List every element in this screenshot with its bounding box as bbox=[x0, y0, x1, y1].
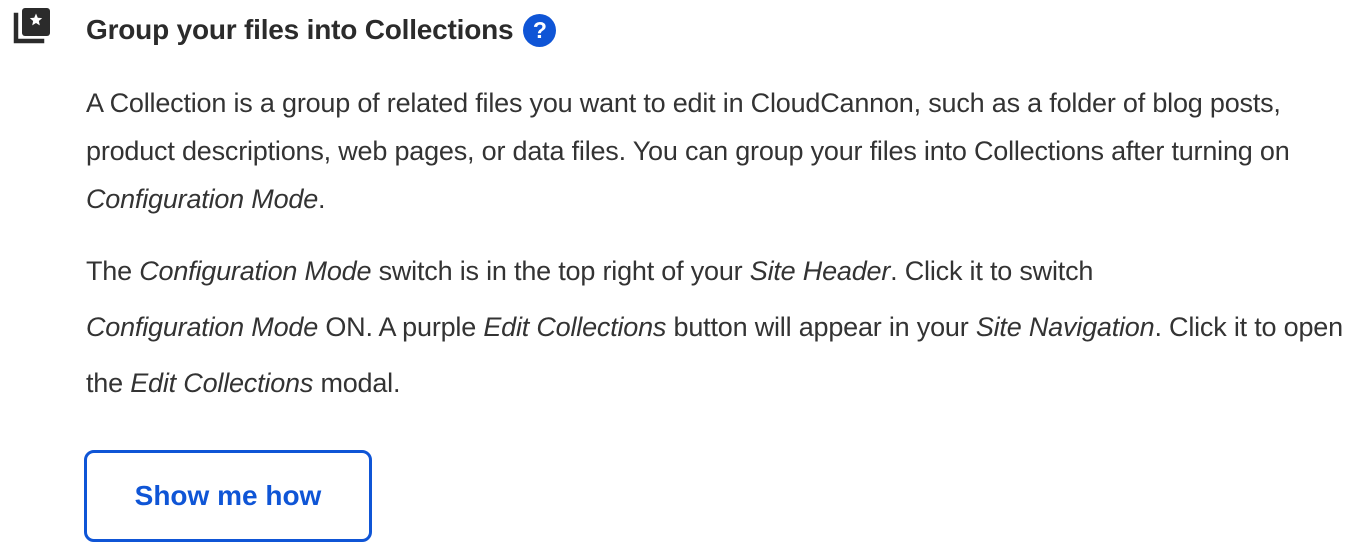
emphasis-configuration-mode: Configuration Mode bbox=[86, 312, 319, 342]
section-header: Group your files into Collections ? bbox=[86, 10, 557, 50]
emphasis-site-navigation: Site Navigation bbox=[975, 312, 1155, 342]
emphasis-site-header: Site Header bbox=[749, 256, 891, 286]
section-title: Group your files into Collections bbox=[86, 14, 514, 45]
show-me-how-button[interactable]: Show me how bbox=[84, 450, 372, 542]
text-segment: ON. A purple bbox=[318, 312, 484, 342]
section-description: A Collection is a group of related files… bbox=[86, 79, 1348, 411]
emphasis-edit-collections: Edit Collections bbox=[483, 312, 667, 342]
text-segment: A Collection is a group of related files… bbox=[86, 88, 1290, 166]
emphasis-configuration-mode: Configuration Mode bbox=[139, 256, 372, 286]
text-segment: . bbox=[318, 184, 326, 214]
collections-star-icon bbox=[13, 8, 50, 44]
description-paragraph-2: The Configuration Mode switch is in the … bbox=[86, 243, 1348, 411]
description-paragraph-1: A Collection is a group of related files… bbox=[86, 79, 1348, 223]
emphasis-edit-collections: Edit Collections bbox=[130, 368, 314, 398]
emphasis-configuration-mode: Configuration Mode bbox=[86, 184, 319, 214]
text-segment: modal. bbox=[313, 368, 401, 398]
question-mark-icon[interactable]: ? bbox=[523, 13, 557, 47]
text-segment: The bbox=[86, 256, 140, 286]
text-segment: button will appear in your bbox=[666, 312, 976, 342]
text-segment: switch is in the top right of your bbox=[371, 256, 750, 286]
text-segment: . Click it to switch bbox=[890, 256, 1094, 286]
